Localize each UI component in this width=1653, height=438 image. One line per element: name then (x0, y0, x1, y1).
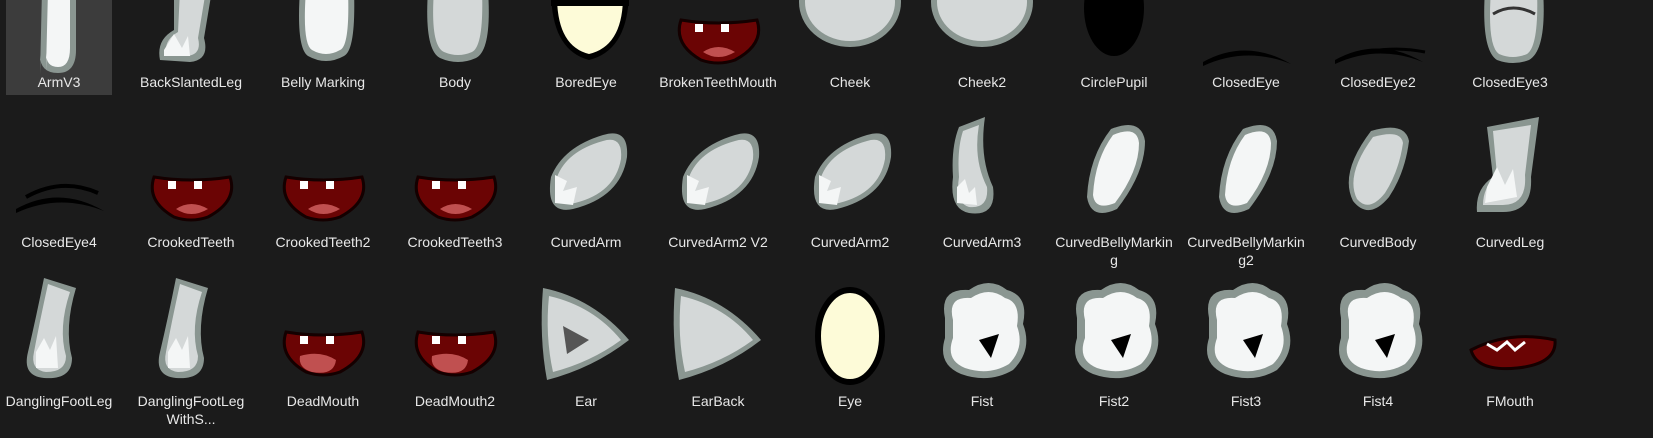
mouth-icon (270, 117, 376, 277)
mouth-icon (402, 117, 508, 277)
asset-label: Ear (575, 393, 597, 409)
ear-icon (665, 278, 771, 438)
asset-tile[interactable]: Fist (929, 278, 1035, 438)
asset-tile[interactable]: ClosedEye2 (1325, 0, 1431, 95)
fist-icon (1193, 278, 1299, 438)
asset-tile[interactable]: CurvedArm3 (929, 117, 1035, 277)
asset-tile[interactable]: Eye (797, 278, 903, 438)
asset-tile[interactable]: Cheek (797, 0, 903, 95)
asset-tile[interactable]: DeadMouth (270, 278, 376, 438)
leg-icon (1457, 117, 1563, 277)
asset-label: ClosedEye2 (1340, 74, 1416, 90)
asset-tile[interactable]: CrookedTeeth (138, 117, 244, 277)
asset-label: DanglingFootLegWithS... (137, 393, 245, 427)
asset-label: DeadMouth2 (414, 393, 496, 409)
asset-tile[interactable]: Ear (533, 278, 639, 438)
asset-tile[interactable]: ClosedEye3 (1457, 0, 1563, 95)
fist-icon (1061, 278, 1167, 438)
asset-label: ClosedEye4 (21, 234, 97, 250)
asset-tile[interactable]: CurvedLeg (1457, 117, 1563, 277)
asset-tile[interactable]: Belly Marking (270, 0, 376, 95)
mouth-icon (1457, 278, 1563, 438)
asset-label: CrookedTeeth (147, 234, 235, 250)
asset-tile[interactable]: Cheek2 (929, 0, 1035, 95)
asset-label: CrookedTeeth2 (275, 234, 371, 250)
arm-icon (929, 117, 1035, 277)
asset-label: BrokenTeethMouth (659, 74, 777, 90)
asset-tile[interactable]: CrookedTeeth3 (402, 117, 508, 277)
asset-tile[interactable]: FMouth (1457, 278, 1563, 438)
asset-label: DanglingFootLeg (5, 393, 113, 409)
asset-tile[interactable]: CurvedArm2 V2 (665, 117, 771, 277)
ear-icon (533, 278, 639, 438)
asset-tile[interactable]: ClosedEye4 (6, 117, 112, 277)
fist-icon (1325, 278, 1431, 438)
arm-icon (665, 117, 771, 277)
arm-icon (533, 117, 639, 277)
asset-tile[interactable]: BoredEye (533, 0, 639, 95)
asset-label: CurvedBellyMarking (1055, 234, 1173, 268)
asset-tile[interactable]: DeadMouth2 (402, 278, 508, 438)
asset-label: Fist3 (1230, 393, 1262, 409)
asset-tile[interactable]: Body (402, 0, 508, 95)
asset-label: CurvedArm2 V2 (668, 234, 768, 250)
closed-eye-icon (6, 117, 112, 277)
asset-label: DeadMouth (286, 393, 360, 409)
asset-tile[interactable]: BackSlantedLeg (138, 0, 244, 95)
asset-label: CrookedTeeth3 (407, 234, 503, 250)
asset-label: Cheek (829, 74, 871, 90)
asset-label: Fist2 (1098, 393, 1130, 409)
asset-tile[interactable]: CrookedTeeth2 (270, 117, 376, 277)
eye-icon (797, 278, 903, 438)
asset-tile[interactable]: CurvedBody (1325, 117, 1431, 277)
asset-label: Belly Marking (280, 74, 366, 90)
asset-label: CurvedBody (1339, 234, 1417, 250)
asset-grid: ArmV3 BackSlantedLeg Belly Marking Body Bore… (0, 0, 1653, 438)
asset-label: Cheek2 (957, 74, 1007, 90)
asset-label: CirclePupil (1080, 74, 1148, 90)
arm-icon (797, 117, 903, 277)
asset-tile[interactable]: CurvedArm2 (797, 117, 903, 277)
asset-tile[interactable]: CirclePupil (1061, 0, 1167, 95)
asset-label: FMouth (1486, 393, 1534, 409)
asset-tile[interactable]: EarBack (665, 278, 771, 438)
asset-label: ClosedEye3 (1472, 74, 1548, 90)
asset-label: CurvedLeg (1475, 234, 1545, 250)
asset-tile[interactable]: BrokenTeethMouth (659, 0, 777, 95)
mouth-icon (402, 278, 508, 438)
asset-label: Body (439, 74, 471, 90)
asset-tile[interactable]: DanglingFootLegWithS... (138, 278, 244, 438)
asset-tile[interactable]: Fist4 (1325, 278, 1431, 438)
asset-label: CurvedBellyMarking2 (1187, 234, 1305, 268)
asset-tile[interactable]: Fist3 (1193, 278, 1299, 438)
asset-tile[interactable]: CurvedBellyMarking2 (1187, 117, 1305, 277)
asset-label: Fist4 (1362, 393, 1394, 409)
asset-label: BoredEye (555, 74, 617, 90)
asset-tile[interactable]: CurvedBellyMarking (1055, 117, 1173, 277)
asset-tile[interactable]: CurvedArm (533, 117, 639, 277)
body-icon (1325, 117, 1431, 277)
mouth-icon (138, 117, 244, 277)
asset-label: EarBack (691, 393, 745, 409)
asset-label: CurvedArm2 (810, 234, 890, 250)
asset-label: Eye (837, 393, 863, 409)
asset-label: CurvedArm3 (942, 234, 1022, 250)
leg-icon (6, 278, 112, 438)
asset-label: ArmV3 (37, 74, 81, 90)
mouth-icon (270, 278, 376, 438)
fist-icon (929, 278, 1035, 438)
asset-tile[interactable]: DanglingFootLeg (6, 278, 112, 438)
asset-tile[interactable]: ArmV3 (6, 0, 112, 95)
asset-label: CurvedArm (550, 234, 622, 250)
asset-label: Fist (970, 393, 994, 409)
asset-tile[interactable]: ClosedEye (1193, 0, 1299, 95)
asset-label: BackSlantedLeg (140, 74, 242, 90)
asset-label: ClosedEye (1212, 74, 1280, 90)
asset-tile[interactable]: Fist2 (1061, 278, 1167, 438)
